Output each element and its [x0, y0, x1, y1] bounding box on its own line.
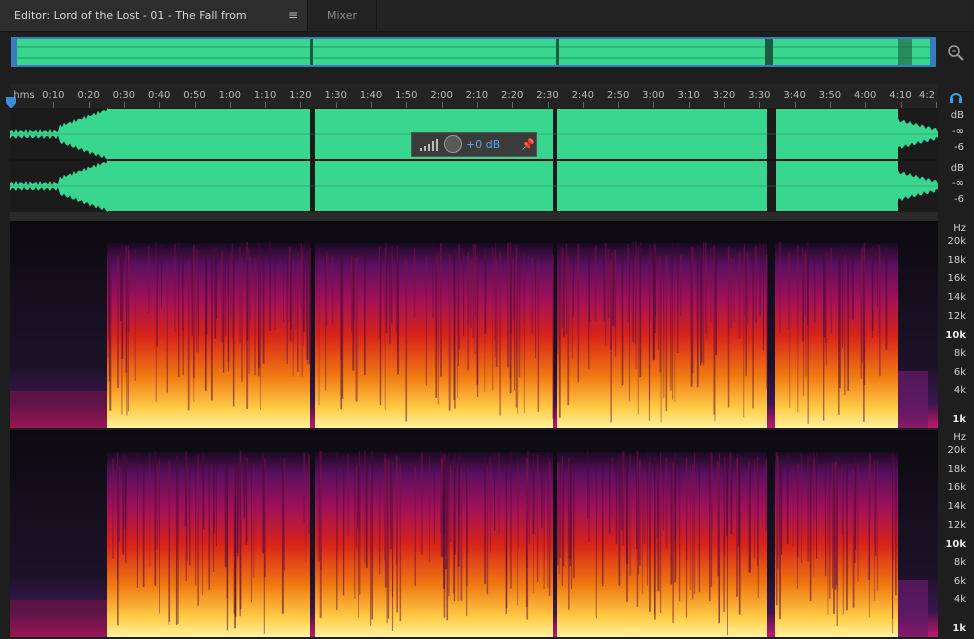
hz-tick-label: 4k — [953, 385, 966, 396]
ruler-tick-label: 1:40 — [359, 90, 383, 101]
hz-tick-label: 16k — [947, 482, 966, 494]
overview-waveform — [13, 39, 934, 65]
hz-tick-label: 20k — [947, 236, 966, 247]
ruler-tick-label: 2:40 — [571, 90, 595, 101]
overview-navigator[interactable] — [11, 37, 936, 67]
hz-tick-label: 18k — [947, 254, 966, 266]
ruler-tick-label: 1:20 — [289, 90, 312, 101]
level-meter-icon — [420, 139, 438, 151]
ruler-tick-label: 1:50 — [395, 90, 418, 101]
ruler-tick-label: 0:40 — [147, 90, 171, 101]
spectral-display-ch1[interactable] — [10, 221, 938, 428]
ruler-tick-label: 0:10 — [42, 90, 65, 101]
hz-tick-label: 14k — [947, 292, 966, 304]
ruler-tick-label: hms — [13, 90, 35, 101]
db-unit-ch2: dB — [950, 163, 964, 174]
db-unit-ch1: dB — [950, 110, 964, 121]
ruler-tick-label: 1:30 — [324, 90, 347, 101]
pin-icon[interactable]: 📌 — [521, 138, 535, 151]
playhead-marker-icon[interactable] — [6, 94, 16, 109]
ruler-tick-label: 2:50 — [606, 90, 630, 101]
db-label-ch2: -6 — [954, 194, 964, 205]
panel-divider[interactable] — [10, 212, 938, 223]
hz-tick-label: 8k — [953, 348, 966, 359]
tab-bar: Editor: Lord of the Lost - 01 - The Fall… — [0, 0, 974, 53]
ruler-tick-label: 3:00 — [642, 90, 665, 101]
hz-tick-label: 12k — [947, 310, 966, 322]
tab-editor[interactable]: Editor: Lord of the Lost - 01 - The Fall… — [0, 0, 308, 53]
ruler-tick-label: 2:20 — [500, 90, 524, 101]
ruler-tick-label: 3:30 — [748, 90, 771, 101]
hz-tick-label: 16k — [947, 273, 966, 285]
tab-mixer[interactable]: Mixer — [308, 0, 377, 31]
hz-tick-label: 4k — [953, 594, 966, 605]
db-label-ch1: -∞ — [952, 126, 964, 137]
ruler-tick-label: 4:2 — [918, 90, 936, 101]
ruler-tick-label: 4:00 — [853, 90, 877, 101]
ruler-tick-label: 1:00 — [218, 90, 242, 101]
ruler-tick-label: 3:40 — [783, 90, 806, 101]
ruler-tick-label: 1:10 — [253, 90, 277, 101]
hz-tick-label: 18k — [947, 463, 966, 475]
ruler-tick-label: 0:20 — [77, 90, 100, 101]
frequency-scale-ch1: Hz 20k 18k 16k 14k 12k 10k 8k 6k 4k 1k — [940, 221, 974, 428]
ruler-tick-label: 3:50 — [818, 90, 842, 101]
time-ruler[interactable]: hms 0:10 0:20 0:30 0:40 0:50 1:00 1:10 1:20 1:30 1… — [10, 84, 938, 108]
waveform-display[interactable] — [10, 108, 938, 212]
ruler-tick-label: 0:50 — [183, 90, 206, 101]
hz-tick-label: 6k — [953, 366, 966, 378]
spectral-display-ch2[interactable] — [10, 430, 938, 637]
hz-tick-label: 12k — [947, 519, 966, 531]
db-label-ch1: -6 — [954, 142, 964, 153]
ruler-tick-label: 2:30 — [536, 90, 559, 101]
zoom-magnifier-icon[interactable] — [946, 43, 966, 63]
ruler-tick-label: 3:10 — [677, 90, 700, 101]
tab-menu-icon[interactable]: ≡ — [288, 0, 298, 31]
hz-tick-label: 6k — [953, 575, 966, 587]
headphone-snap-icon[interactable] — [949, 89, 963, 103]
hz-tick-label: 20k — [947, 445, 966, 456]
hz-tick-label: 1k — [952, 623, 966, 634]
hz-tick-label: 10k — [945, 329, 966, 341]
ruler-tick-label: 3:20 — [712, 90, 736, 101]
ruler-tick-label: 2:10 — [465, 90, 489, 101]
hz-tick-label: 1k — [952, 414, 966, 425]
db-label-ch2: -∞ — [952, 178, 964, 189]
hz-tick-label: 14k — [947, 501, 966, 513]
waveform — [10, 108, 938, 212]
frequency-scale-ch2: Hz 20k 18k 16k 14k 12k 10k 8k 6k 4k 1k — [940, 430, 974, 637]
ruler-tick-label: 4:10 — [889, 90, 912, 101]
ruler-tick-label: 0:30 — [112, 90, 136, 101]
hz-tick-label: 8k — [953, 557, 966, 568]
volume-value[interactable]: +0 dB — [466, 138, 500, 151]
volume-hud[interactable]: +0 dB 📌 — [411, 132, 537, 157]
spectrogram-ch1 — [10, 221, 938, 428]
hz-unit-label: Hz — [953, 223, 966, 234]
hz-unit-label: Hz — [953, 432, 966, 443]
hz-tick-label: 10k — [945, 538, 966, 550]
spectrogram-ch2 — [10, 430, 938, 637]
db-scale: dB -∞ -6 dB -∞ -6 — [940, 108, 974, 212]
ruler-tick-label: 2:00 — [430, 90, 453, 101]
volume-knob[interactable] — [444, 135, 462, 153]
